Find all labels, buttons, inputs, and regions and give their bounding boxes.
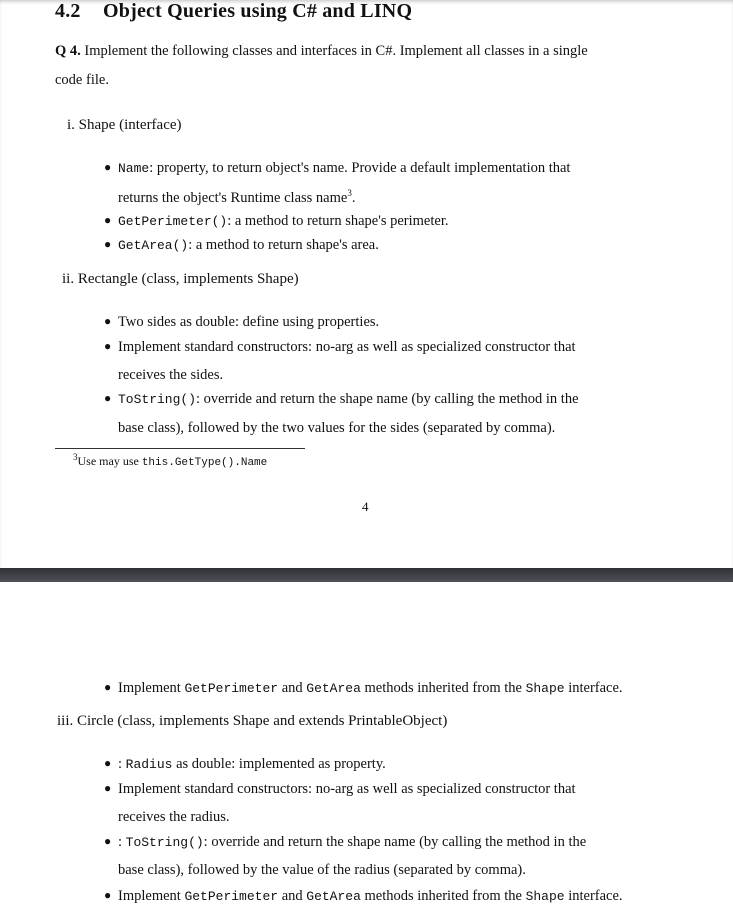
bullet-icon: ● [104, 888, 112, 902]
bullet-icon: ● [104, 213, 112, 227]
bullet-icon: ● [104, 314, 112, 328]
bullet-name-cont: returns the object's Runtime class name3… [118, 188, 356, 206]
question-line-2: code file. [55, 72, 109, 88]
bullet-circle-tostring: ● : ToString(): override and return the … [104, 834, 587, 850]
page-separator [0, 568, 733, 582]
bullet-icon: ● [104, 391, 112, 405]
bullet-getarea: ● GetArea(): a method to return shape's … [104, 237, 379, 253]
bullet-tostring-cont: base class), followed by the two values … [118, 420, 556, 436]
bullet-constructors-cont: receives the sides. [118, 367, 224, 383]
bullet-tostring: ● ToString(): override and return the sh… [104, 391, 579, 407]
section-heading: 4.2 Object Queries using C# and LINQ [55, 0, 412, 23]
bullet-implement-methods: ● Implement GetPerimeter and GetArea met… [104, 680, 623, 696]
bullet-icon: ● [104, 756, 112, 770]
bullet-circle-constructors: ● Implement standard constructors: no-ar… [104, 781, 576, 797]
bullet-circle-constructors-cont: receives the radius. [118, 809, 230, 825]
question-line-1: Q 4. Implement the following classes and… [55, 43, 588, 59]
question-label: Q 4. [55, 43, 81, 59]
enum-item-i: i. Shape (interface) [67, 117, 182, 133]
bullet-circle-tostring-cont: base class), followed by the value of th… [118, 862, 526, 878]
section-title: Object Queries using C# and LINQ [103, 0, 413, 22]
document-page-4: 4.2 Object Queries using C# and LINQ Q 4.… [0, 0, 733, 568]
bullet-icon: ● [104, 680, 112, 694]
bullet-two-sides: ● Two sides as double: define using prop… [104, 314, 380, 330]
bullet-radius: ● : Radius as double: implemented as pro… [104, 756, 386, 772]
bullet-icon: ● [104, 339, 112, 353]
enum-item-ii: ii. Rectangle (class, implements Shape) [62, 271, 299, 287]
footnote-rule [55, 448, 305, 449]
bullet-name: ● Name: property, to return object's nam… [104, 160, 571, 176]
bullet-constructors: ● Implement standard constructors: no-ar… [104, 339, 576, 355]
bullet-icon: ● [104, 834, 112, 848]
bullet-icon: ● [104, 237, 112, 251]
bullet-circle-implement-methods: ● Implement GetPerimeter and GetArea met… [104, 888, 623, 904]
bullet-icon: ● [104, 160, 112, 174]
enum-item-iii: iii. Circle (class, implements Shape and… [57, 713, 448, 729]
bullet-icon: ● [104, 781, 112, 795]
bullet-getperimeter: ● GetPerimeter(): a method to return sha… [104, 213, 449, 229]
document-page-5: ● Implement GetPerimeter and GetArea met… [0, 582, 733, 909]
section-number: 4.2 [55, 0, 81, 22]
page-number: 4 [362, 499, 369, 514]
footnote: 3Use may use this.GetType().Name [73, 452, 268, 469]
